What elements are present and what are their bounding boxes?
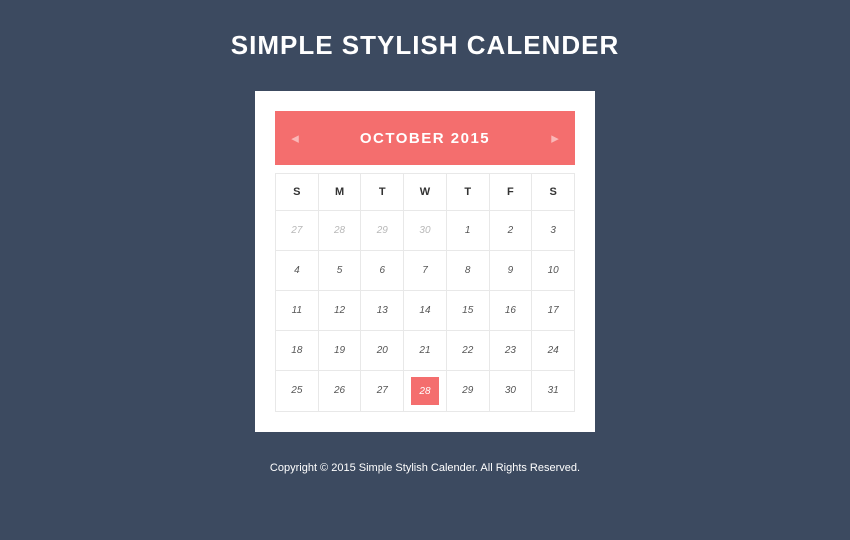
day-header: W <box>404 174 447 211</box>
day-cell[interactable]: 11 <box>276 291 319 331</box>
day-cell[interactable]: 31 <box>532 371 575 412</box>
prev-month-button[interactable]: ◂ <box>289 129 301 147</box>
day-cell[interactable]: 27 <box>276 211 319 251</box>
day-cell[interactable]: 24 <box>532 331 575 371</box>
next-month-button[interactable]: ▸ <box>549 129 561 147</box>
selected-day: 28 <box>411 377 439 405</box>
day-cell[interactable]: 26 <box>319 371 362 412</box>
day-cell[interactable]: 9 <box>490 251 533 291</box>
day-cell[interactable]: 17 <box>532 291 575 331</box>
day-cell[interactable]: 30 <box>404 211 447 251</box>
calendar-grid: SMTWTFS272829301234567891011121314151617… <box>275 173 575 412</box>
day-cell[interactable]: 25 <box>276 371 319 412</box>
day-header: M <box>319 174 362 211</box>
day-cell[interactable]: 19 <box>319 331 362 371</box>
day-cell[interactable]: 30 <box>490 371 533 412</box>
calendar-header: ◂ OCTOBER 2015 ▸ <box>275 111 575 165</box>
day-cell[interactable]: 16 <box>490 291 533 331</box>
day-cell[interactable]: 1 <box>447 211 490 251</box>
calendar-card: ◂ OCTOBER 2015 ▸ SMTWTFS2728293012345678… <box>255 91 595 432</box>
day-cell[interactable]: 10 <box>532 251 575 291</box>
day-cell[interactable]: 3 <box>532 211 575 251</box>
day-header: T <box>447 174 490 211</box>
day-cell[interactable]: 18 <box>276 331 319 371</box>
day-cell[interactable]: 28 <box>319 211 362 251</box>
day-header: T <box>361 174 404 211</box>
day-cell[interactable]: 2 <box>490 211 533 251</box>
day-cell[interactable]: 4 <box>276 251 319 291</box>
day-cell[interactable]: 14 <box>404 291 447 331</box>
day-cell[interactable]: 21 <box>404 331 447 371</box>
day-cell[interactable]: 12 <box>319 291 362 331</box>
day-header: S <box>532 174 575 211</box>
day-cell[interactable]: 29 <box>447 371 490 412</box>
day-cell[interactable]: 15 <box>447 291 490 331</box>
day-cell[interactable]: 5 <box>319 251 362 291</box>
footer-text: Copyright © 2015 Simple Stylish Calender… <box>270 462 580 474</box>
day-cell[interactable]: 7 <box>404 251 447 291</box>
day-cell[interactable]: 20 <box>361 331 404 371</box>
month-year-label: OCTOBER 2015 <box>360 130 490 147</box>
day-cell[interactable]: 6 <box>361 251 404 291</box>
page-title: SIMPLE STYLISH CALENDER <box>231 30 619 61</box>
day-cell[interactable]: 29 <box>361 211 404 251</box>
day-header: S <box>276 174 319 211</box>
day-cell[interactable]: 13 <box>361 291 404 331</box>
day-cell[interactable]: 27 <box>361 371 404 412</box>
day-cell[interactable]: 28 <box>404 371 447 412</box>
day-cell[interactable]: 23 <box>490 331 533 371</box>
day-cell[interactable]: 22 <box>447 331 490 371</box>
day-header: F <box>490 174 533 211</box>
day-cell[interactable]: 8 <box>447 251 490 291</box>
